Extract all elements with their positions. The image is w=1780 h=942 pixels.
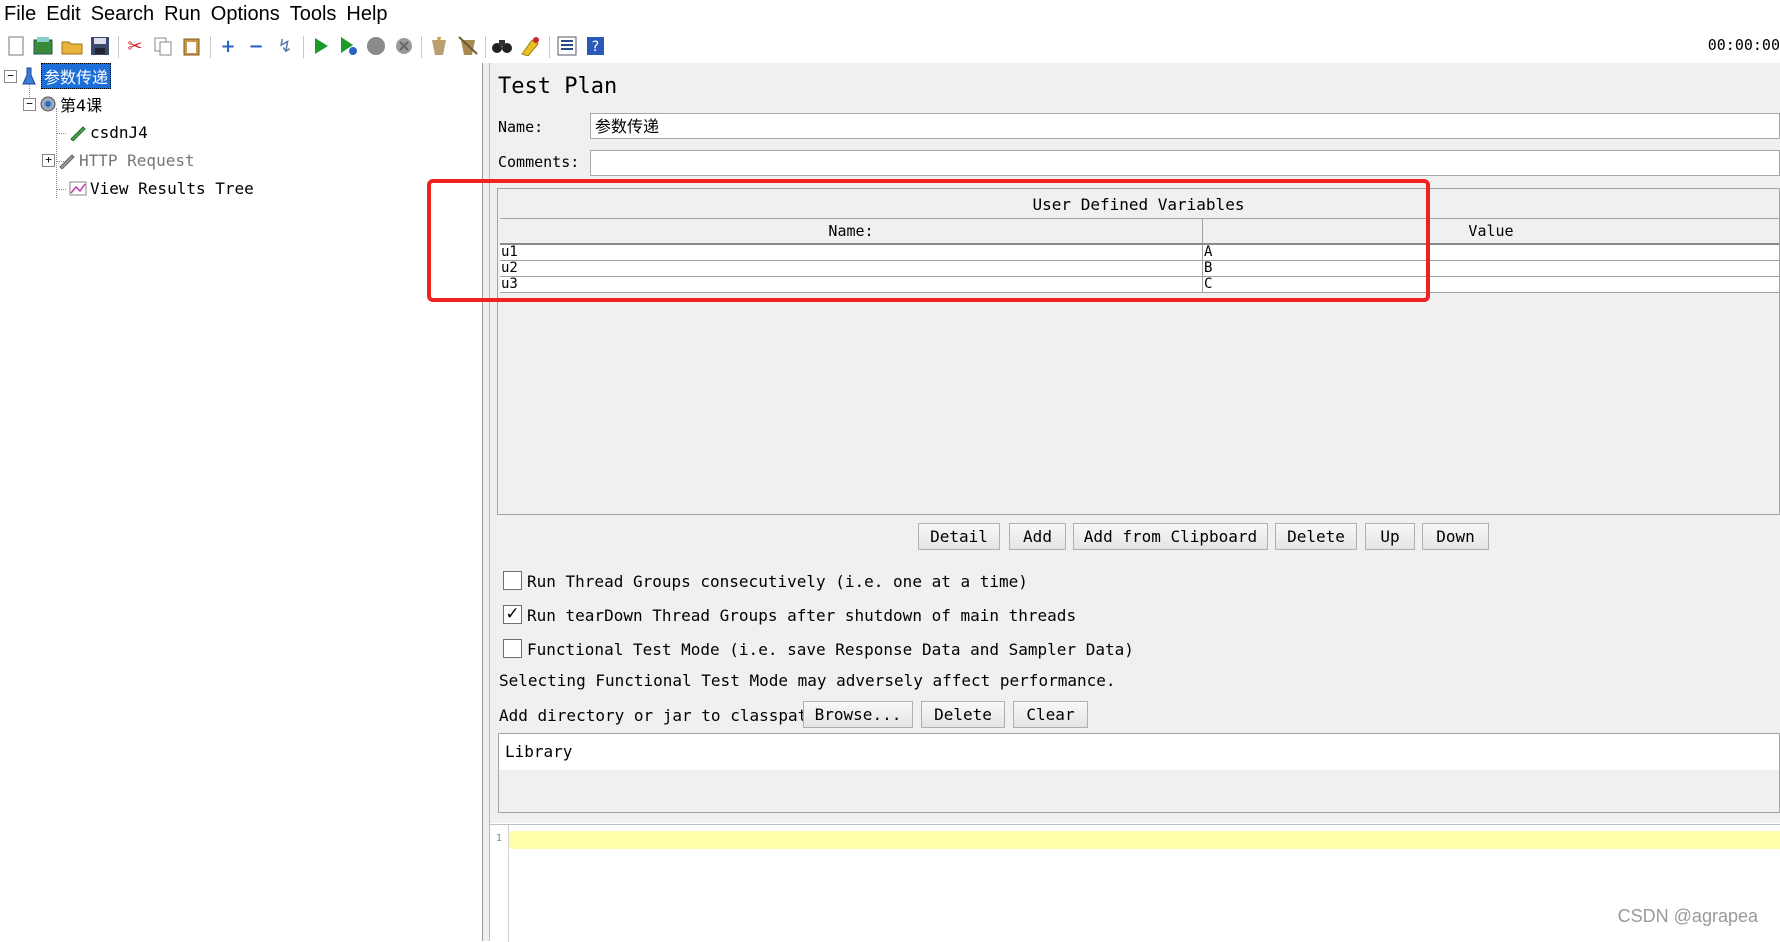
toolbar: ✂ + − ↯ ? 00:00:00 xyxy=(0,30,1780,64)
collapse-toggle[interactable]: − xyxy=(23,97,36,111)
delete-classpath-button[interactable]: Delete xyxy=(921,701,1005,728)
delete-row-button[interactable]: Delete xyxy=(1275,523,1357,550)
menu-help[interactable]: Help xyxy=(341,0,392,28)
start-icon[interactable] xyxy=(309,34,333,58)
thread-group-gear-icon xyxy=(39,95,57,113)
name-label: Name: xyxy=(498,118,544,136)
comments-field[interactable] xyxy=(590,150,1780,176)
tree-label-http-request: HTTP Request xyxy=(79,150,195,170)
run-teardown-checkbox[interactable]: ✓ xyxy=(503,605,522,624)
page-title: Test Plan xyxy=(498,74,618,99)
sampler-pencil-icon xyxy=(69,123,87,141)
cut-icon[interactable]: ✂ xyxy=(123,34,147,58)
run-teardown-label: Run tearDown Thread Groups after shutdow… xyxy=(527,606,1077,625)
name-field[interactable]: 参数传递 xyxy=(590,113,1780,139)
annotation-highlight-box xyxy=(427,179,1430,302)
clear-all-icon[interactable] xyxy=(456,34,480,58)
test-plan-icon xyxy=(20,67,38,85)
search-icon[interactable] xyxy=(490,34,514,58)
add-from-clipboard-button[interactable]: Add from Clipboard xyxy=(1073,523,1268,550)
down-button[interactable]: Down xyxy=(1422,523,1489,550)
tree-label-csdnj4: csdnJ4 xyxy=(90,122,148,142)
elapsed-timer: 00:00:00 xyxy=(1707,36,1780,54)
help-icon[interactable]: ? xyxy=(584,34,608,58)
watermark: CSDN @agrapea xyxy=(1617,906,1758,926)
open-icon[interactable] xyxy=(60,34,84,58)
shutdown-icon[interactable] xyxy=(392,34,416,58)
clear-classpath-button[interactable]: Clear xyxy=(1013,701,1088,728)
line-number: 1 xyxy=(495,833,503,844)
tree-node-http-request[interactable]: + HTTP Request xyxy=(42,147,195,173)
menu-bar: File Edit Search Run Options Tools Help xyxy=(0,0,1780,28)
reset-search-icon[interactable] xyxy=(519,34,543,58)
tree-label-view-results-tree: View Results Tree xyxy=(90,178,254,198)
run-consecutively-checkbox[interactable] xyxy=(503,571,522,590)
current-line-highlight xyxy=(509,831,1780,849)
paste-icon[interactable] xyxy=(180,34,204,58)
function-helper-icon[interactable] xyxy=(555,34,579,58)
clear-icon[interactable] xyxy=(427,34,451,58)
templates-icon[interactable] xyxy=(31,34,55,58)
tree-node-csdnj4[interactable]: csdnJ4 xyxy=(66,119,148,145)
browse-button[interactable]: Browse... xyxy=(803,701,913,728)
tree-label-thread-group: 第4课 xyxy=(60,96,103,115)
menu-edit[interactable]: Edit xyxy=(41,0,85,28)
menu-run[interactable]: Run xyxy=(159,0,206,28)
listener-chart-icon xyxy=(69,179,87,197)
new-icon[interactable] xyxy=(4,34,28,58)
test-plan-tree: − 参数传递 − 第4课 csdnJ4 + HTTP Request View … xyxy=(0,63,483,941)
copy-icon[interactable] xyxy=(151,34,175,58)
tree-label-root: 参数传递 xyxy=(41,63,112,89)
tree-node-view-results-tree[interactable]: View Results Tree xyxy=(66,175,254,201)
menu-search[interactable]: Search xyxy=(86,0,159,28)
toggle-icon[interactable]: ↯ xyxy=(273,34,297,58)
functional-test-mode-checkbox[interactable] xyxy=(503,639,522,658)
menu-options[interactable]: Options xyxy=(206,0,285,28)
run-consecutively-label: Run Thread Groups consecutively (i.e. on… xyxy=(527,572,1028,591)
add-button[interactable]: Add xyxy=(1009,523,1066,550)
http-request-pencil-icon xyxy=(58,151,76,169)
stop-icon[interactable] xyxy=(364,34,388,58)
svg-text:?: ? xyxy=(592,39,599,55)
save-icon[interactable] xyxy=(88,34,112,58)
comments-label: Comments: xyxy=(498,153,580,171)
tree-node-test-plan[interactable]: − 参数传递 xyxy=(4,63,112,89)
detail-button[interactable]: Detail xyxy=(918,523,1000,550)
classpath-label: Add directory or jar to classpath xyxy=(499,706,817,725)
script-editor[interactable]: 1 xyxy=(490,824,1780,942)
up-button[interactable]: Up xyxy=(1365,523,1415,550)
functional-test-mode-label: Functional Test Mode (i.e. save Response… xyxy=(527,640,1134,659)
expand-icon[interactable]: + xyxy=(216,34,240,58)
library-header: Library xyxy=(499,734,1779,770)
collapse-toggle[interactable]: − xyxy=(4,69,17,83)
tree-node-thread-group[interactable]: − 第4课 xyxy=(23,91,102,117)
start-no-pause-icon[interactable] xyxy=(336,34,360,58)
menu-file[interactable]: File xyxy=(0,0,41,28)
functional-mode-note: Selecting Functional Test Mode may adver… xyxy=(499,671,1116,690)
menu-tools[interactable]: Tools xyxy=(285,0,342,28)
collapse-icon[interactable]: − xyxy=(244,34,268,58)
library-list[interactable]: Library xyxy=(498,733,1780,813)
expand-toggle[interactable]: + xyxy=(42,153,55,167)
line-number-gutter: 1 xyxy=(490,825,509,942)
